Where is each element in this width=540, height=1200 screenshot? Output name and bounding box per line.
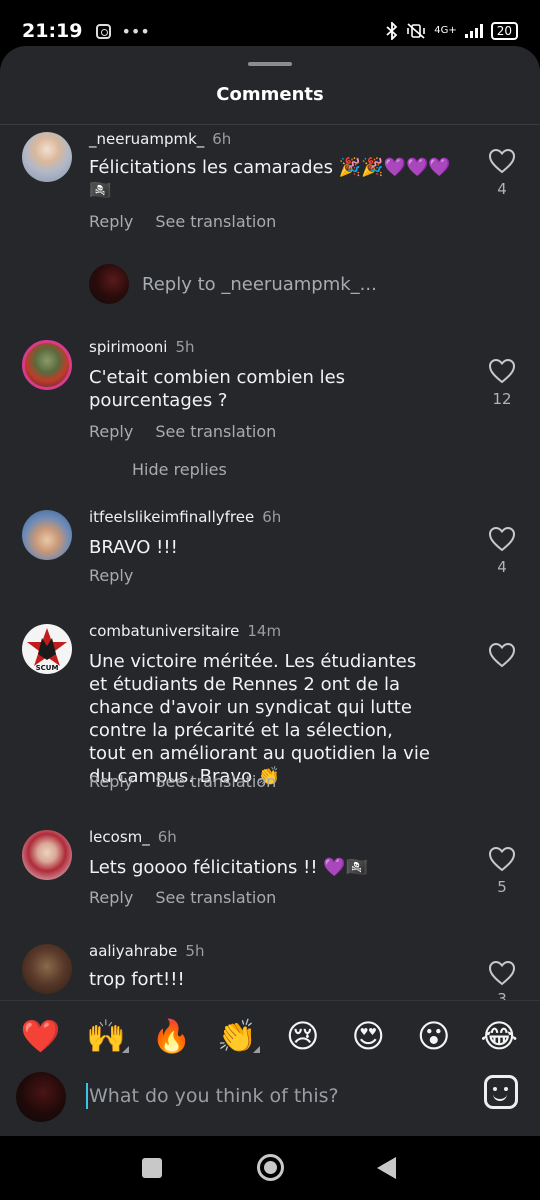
- comment-time: 5h: [185, 942, 205, 960]
- see-translation-button[interactable]: See translation: [155, 772, 276, 791]
- reply-button[interactable]: Reply: [89, 888, 133, 907]
- sheet-drag-handle[interactable]: [248, 62, 292, 66]
- comment-username[interactable]: _neeruampmk_: [89, 130, 204, 148]
- comment-username[interactable]: aaliyahrabe: [89, 942, 177, 960]
- system-nav-bar: [0, 1136, 540, 1200]
- reply-to-row[interactable]: Reply to _neeruampmk_...: [89, 264, 509, 308]
- comment-header: lecosm_ 6h: [89, 828, 177, 846]
- avatar[interactable]: [22, 132, 72, 182]
- bluetooth-icon: [386, 22, 398, 40]
- sticker-icon[interactable]: [484, 1075, 518, 1109]
- comment-username[interactable]: itfeelslikeimfinallyfree: [89, 508, 254, 526]
- heart-icon[interactable]: [488, 526, 516, 552]
- comment-time: 6h: [157, 828, 177, 846]
- back-icon[interactable]: [377, 1157, 396, 1179]
- comment-actions: Reply See translation: [89, 422, 276, 441]
- sheet-title: Comments: [216, 84, 324, 105]
- avatar-label: SCUM: [36, 664, 59, 672]
- comment-time: 6h: [212, 130, 232, 148]
- title-divider: [0, 124, 540, 125]
- comment-text: Une victoire méritée. Les étudiantes et …: [89, 651, 430, 787]
- comment-actions: Reply See translation: [89, 212, 276, 231]
- comment-time: 5h: [175, 338, 195, 356]
- avatar[interactable]: [22, 510, 72, 560]
- instagram-notification-icon: [96, 23, 112, 39]
- emoji-quick-bar: ❤️ 🙌 🔥 👏 😢 😍 😮 😂: [0, 1000, 540, 1070]
- emoji-glyph: 🙌: [86, 1016, 127, 1055]
- comment-time: 14m: [247, 622, 282, 640]
- reply-button[interactable]: Reply: [89, 212, 133, 231]
- reply-button[interactable]: Reply: [89, 566, 133, 585]
- heart-icon[interactable]: [488, 358, 516, 384]
- emoji-red-heart[interactable]: ❤️: [16, 1017, 66, 1055]
- comment-composer: What do you think of this?: [0, 1070, 540, 1136]
- heart-icon[interactable]: [488, 148, 516, 174]
- like-count: 4: [497, 558, 507, 576]
- reply-button[interactable]: Reply: [89, 772, 133, 791]
- comment-username[interactable]: combatuniversitaire: [89, 622, 239, 640]
- emoji-surprised[interactable]: 😮: [409, 1017, 459, 1055]
- comment-header: _neeruampmk_ 6h: [89, 130, 231, 148]
- comment-actions: Reply: [89, 566, 133, 585]
- skin-tone-indicator: [253, 1045, 261, 1053]
- avatar[interactable]: [22, 340, 72, 390]
- comment-time: 6h: [262, 508, 282, 526]
- comment-input-placeholder: What do you think of this?: [89, 1085, 339, 1107]
- comment-header: spirimooni 5h: [89, 338, 195, 356]
- comment-actions: Reply See translation: [89, 888, 276, 907]
- comment-header: aaliyahrabe 5h: [89, 942, 204, 960]
- status-time: 21:19: [22, 20, 83, 42]
- heart-icon[interactable]: [488, 960, 516, 986]
- comment-username[interactable]: spirimooni: [89, 338, 167, 356]
- comment-text: Lets goooo félicitations !! 💜🏴‍☠️: [89, 857, 369, 878]
- emoji-raising-hands[interactable]: 🙌: [81, 1017, 131, 1055]
- avatar[interactable]: [22, 944, 72, 994]
- see-translation-button[interactable]: See translation: [155, 422, 276, 441]
- recents-icon[interactable]: [142, 1158, 162, 1178]
- emoji-crying[interactable]: 😢: [278, 1017, 328, 1055]
- skin-tone-indicator: [122, 1045, 130, 1053]
- comment-input[interactable]: What do you think of this?: [86, 1080, 466, 1112]
- network-type: 4G+: [434, 25, 457, 36]
- home-icon[interactable]: [257, 1154, 284, 1181]
- vibrate-off-icon: [407, 23, 426, 39]
- avatar: [89, 264, 129, 304]
- comment-header: combatuniversitaire 14m: [89, 622, 281, 640]
- avatar[interactable]: [22, 830, 72, 880]
- reply-to-label[interactable]: Reply to _neeruampmk_...: [142, 274, 377, 295]
- like-count: 4: [497, 180, 507, 198]
- status-system-icons: 4G+ 20: [386, 22, 518, 40]
- emoji-fire[interactable]: 🔥: [147, 1017, 197, 1055]
- status-notification-icons: •••: [96, 21, 150, 41]
- reply-button[interactable]: Reply: [89, 422, 133, 441]
- see-translation-button[interactable]: See translation: [155, 888, 276, 907]
- signal-icon: [464, 24, 483, 38]
- comment-text: BRAVO !!!: [89, 537, 178, 558]
- like-count: 12: [492, 390, 512, 408]
- comment-header: itfeelslikeimfinallyfree 6h: [89, 508, 281, 526]
- avatar[interactable]: SCUM: [22, 624, 72, 674]
- comment-text: trop fort!!!: [89, 969, 185, 990]
- battery-icon: 20: [490, 22, 518, 40]
- emoji-laughing[interactable]: 😂: [474, 1017, 524, 1055]
- more-notifications-icon: •••: [121, 21, 150, 41]
- heart-icon[interactable]: [488, 846, 516, 872]
- emoji-clapping[interactable]: 👏: [212, 1017, 262, 1055]
- comment-text: C'etait combien combien les pourcentages…: [89, 367, 346, 411]
- emoji-glyph: 👏: [217, 1016, 258, 1055]
- wolf-logo-icon: SCUM: [27, 628, 67, 672]
- avatar: [16, 1072, 66, 1122]
- text-caret: [86, 1083, 88, 1109]
- see-translation-button[interactable]: See translation: [155, 212, 276, 231]
- comment-text: Félicitations les camarades 🎉🎉💜💜💜🏴‍☠️: [89, 157, 451, 201]
- hide-replies-button[interactable]: Hide replies: [132, 460, 227, 479]
- comments-sheet: Comments _neeruampmk_ 6h Félicitations le…: [0, 46, 540, 1136]
- comment-actions: Reply See translation: [89, 772, 276, 791]
- like-count: 5: [497, 878, 507, 896]
- heart-icon[interactable]: [488, 642, 516, 668]
- emoji-heart-eyes[interactable]: 😍: [343, 1017, 393, 1055]
- comment-username[interactable]: lecosm_: [89, 828, 150, 846]
